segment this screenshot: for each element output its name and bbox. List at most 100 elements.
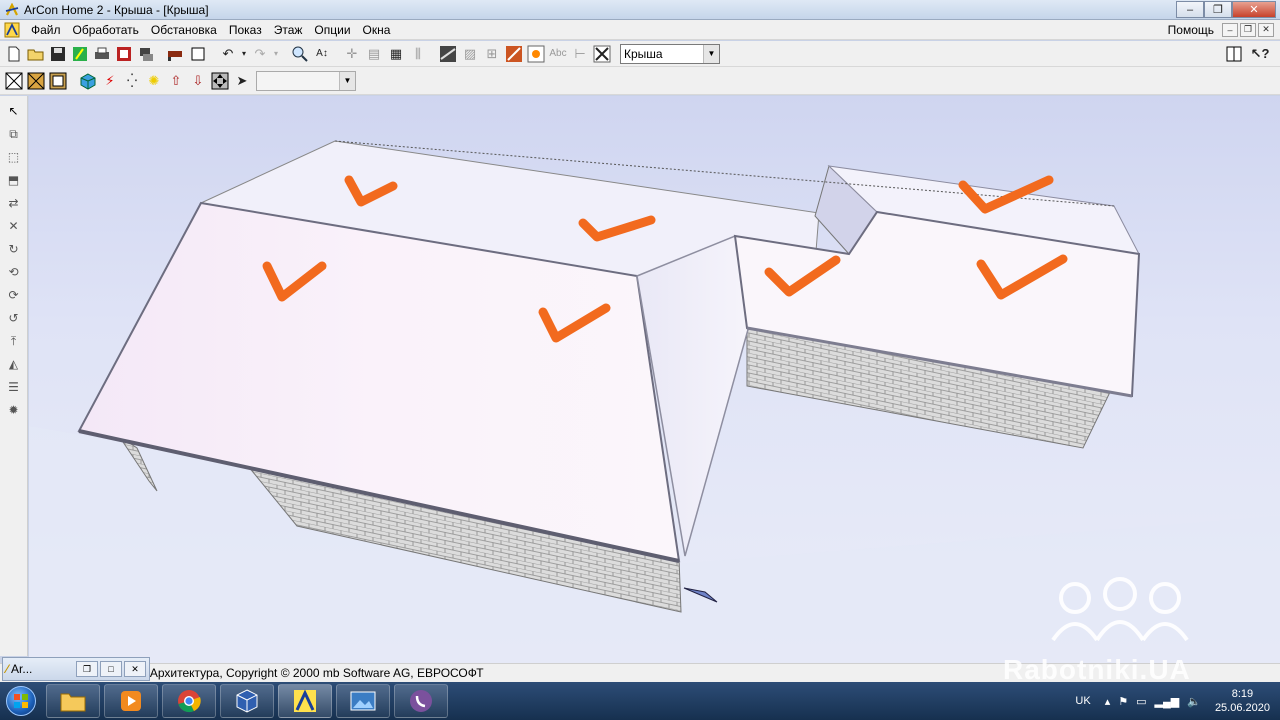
rotate-free-icon[interactable]: ↺ bbox=[4, 308, 24, 328]
dots-icon[interactable]: ⁛ bbox=[122, 71, 142, 91]
color-icon[interactable] bbox=[504, 44, 524, 64]
rotate-180-icon[interactable]: ⟳ bbox=[4, 285, 24, 305]
pencil-icon[interactable] bbox=[70, 44, 90, 64]
clock[interactable]: 8:19 25.06.2020 bbox=[1215, 687, 1270, 715]
export-icon[interactable] bbox=[136, 44, 156, 64]
taskbar-photo-viewer[interactable] bbox=[336, 684, 390, 718]
light-icon[interactable] bbox=[526, 44, 546, 64]
minimize-button[interactable]: – bbox=[1176, 1, 1204, 18]
rectangle-icon[interactable] bbox=[188, 44, 208, 64]
walk-icon[interactable]: ➤ bbox=[232, 71, 252, 91]
taskbar-media-player[interactable] bbox=[104, 684, 158, 718]
chevron-up-icon[interactable]: ▴ bbox=[1105, 695, 1111, 708]
chevron-down-icon[interactable]: ▼ bbox=[703, 44, 719, 63]
crosshair-icon[interactable]: ✛ bbox=[342, 44, 362, 64]
roof-view-icon[interactable] bbox=[438, 44, 458, 64]
taskbar-3d-app[interactable] bbox=[220, 684, 274, 718]
open-folder-icon[interactable] bbox=[26, 44, 46, 64]
height-icon[interactable]: ⤒ bbox=[4, 331, 24, 351]
flag-icon[interactable]: ⚑ bbox=[1118, 695, 1128, 708]
redo-icon[interactable]: ↷ bbox=[250, 44, 270, 64]
menu-furnishing[interactable]: Обстановка bbox=[145, 20, 223, 40]
move-icon[interactable]: ⇄ bbox=[4, 193, 24, 213]
chrome-icon bbox=[178, 690, 201, 713]
display-icon[interactable]: ▭ bbox=[1136, 695, 1146, 708]
menu-edit[interactable]: Обработать bbox=[67, 20, 145, 40]
menu-help[interactable]: Помощь bbox=[1162, 20, 1220, 40]
minimized-window[interactable]: ⁄ Ar... ❐ □ ✕ bbox=[2, 657, 150, 681]
language-indicator[interactable]: UK bbox=[1075, 695, 1090, 707]
delete-icon[interactable]: ✕ bbox=[4, 216, 24, 236]
furniture-icon[interactable] bbox=[166, 44, 186, 64]
document-icon[interactable] bbox=[3, 21, 21, 39]
move-up-icon[interactable]: ⇧ bbox=[166, 71, 186, 91]
light-bulb-icon[interactable]: ✹ bbox=[4, 400, 24, 420]
toolbar-right-icons: ↖? bbox=[1224, 44, 1272, 64]
texture-icon[interactable] bbox=[26, 71, 46, 91]
volume-icon[interactable]: 🔈 bbox=[1187, 695, 1201, 708]
title-bar[interactable]: ArCon Home 2 - Крыша - [Крыша] – ❐ ✕ bbox=[0, 0, 1280, 20]
scale-icon[interactable]: ⬒ bbox=[4, 170, 24, 190]
menu-file[interactable]: Файл bbox=[25, 20, 67, 40]
window-controls: – ❐ ✕ bbox=[1176, 1, 1276, 18]
3d-viewport[interactable] bbox=[29, 96, 1280, 663]
start-button[interactable] bbox=[0, 682, 42, 720]
taskbar-viber[interactable] bbox=[394, 684, 448, 718]
zoom-text-icon[interactable]: A↕ bbox=[312, 44, 332, 64]
mdi-close-button[interactable]: ✕ bbox=[1258, 22, 1274, 37]
sun-icon[interactable]: ✺ bbox=[144, 71, 164, 91]
rotate-90-icon[interactable]: ⟲ bbox=[4, 262, 24, 282]
chevron-down-icon[interactable]: ▼ bbox=[339, 71, 355, 90]
menu-options[interactable]: Опции bbox=[308, 20, 356, 40]
frame-icon[interactable] bbox=[48, 71, 68, 91]
undo-icon[interactable]: ↶ bbox=[218, 44, 238, 64]
watermark-logo-icon bbox=[1051, 577, 1189, 642]
tools-icon[interactable] bbox=[592, 44, 612, 64]
ruler-icon[interactable]: ▤ bbox=[364, 44, 384, 64]
zoom-icon[interactable] bbox=[290, 44, 310, 64]
maximize-button[interactable]: □ bbox=[100, 661, 122, 677]
new-file-icon[interactable] bbox=[4, 44, 24, 64]
taskbar-arcon[interactable] bbox=[278, 684, 332, 718]
redo-dropdown-icon[interactable]: ▾ bbox=[272, 44, 280, 64]
cube-icon[interactable] bbox=[78, 71, 98, 91]
resize-icon[interactable]: ⬚ bbox=[4, 147, 24, 167]
select-arrow-icon[interactable]: ↖ bbox=[4, 101, 24, 121]
grid-icon[interactable]: ▦ bbox=[386, 44, 406, 64]
close-button[interactable]: ✕ bbox=[124, 661, 146, 677]
rotate-icon[interactable]: ↻ bbox=[4, 239, 24, 259]
align-icon[interactable]: ☰ bbox=[4, 377, 24, 397]
navigate-icon[interactable] bbox=[210, 71, 230, 91]
close-button[interactable]: ✕ bbox=[1232, 1, 1276, 18]
signal-icon[interactable]: ▂▄▆ bbox=[1155, 695, 1180, 708]
view-select[interactable]: ▼ bbox=[256, 70, 356, 91]
book-icon[interactable] bbox=[1224, 44, 1244, 64]
arcon-logo-icon bbox=[4, 2, 20, 18]
move-down-icon[interactable]: ⇩ bbox=[188, 71, 208, 91]
undo-dropdown-icon[interactable]: ▾ bbox=[240, 44, 248, 64]
floor-select[interactable]: Крыша ▼ bbox=[620, 43, 720, 64]
text-abc-icon[interactable]: Abc bbox=[548, 44, 568, 64]
menu-windows[interactable]: Окна bbox=[357, 20, 397, 40]
arcon-app-icon bbox=[294, 689, 316, 712]
wireframe-icon[interactable] bbox=[4, 71, 24, 91]
group-icon[interactable]: ⧉ bbox=[4, 124, 24, 144]
maximize-button[interactable]: ❐ bbox=[1204, 1, 1232, 18]
save-icon[interactable] bbox=[48, 44, 68, 64]
taskbar-explorer[interactable] bbox=[46, 684, 100, 718]
menu-floor[interactable]: Этаж bbox=[268, 20, 309, 40]
print-icon[interactable] bbox=[92, 44, 112, 64]
dimension-icon[interactable]: ⊢ bbox=[570, 44, 590, 64]
preview-icon[interactable] bbox=[114, 44, 134, 64]
columns-icon[interactable]: ⫼ bbox=[408, 44, 428, 64]
bolt-icon[interactable]: ⚡ bbox=[100, 71, 120, 91]
mirror-icon[interactable]: ◭ bbox=[4, 354, 24, 374]
window-icon[interactable]: ⊞ bbox=[482, 44, 502, 64]
mdi-minimize-button[interactable]: – bbox=[1222, 22, 1238, 37]
taskbar-chrome[interactable] bbox=[162, 684, 216, 718]
restore-button[interactable]: ❐ bbox=[76, 661, 98, 677]
help-pointer-icon[interactable]: ↖? bbox=[1250, 44, 1270, 64]
mdi-restore-button[interactable]: ❐ bbox=[1240, 22, 1256, 37]
hatch-icon[interactable]: ▨ bbox=[460, 44, 480, 64]
menu-view[interactable]: Показ bbox=[223, 20, 268, 40]
